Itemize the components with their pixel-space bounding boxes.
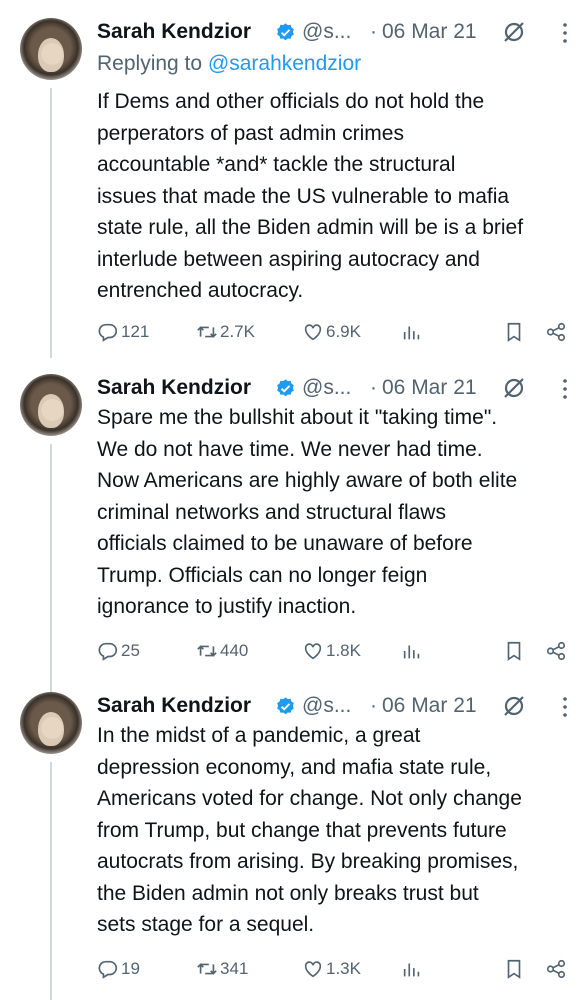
like-button[interactable]: 6.9K: [302, 318, 361, 346]
more-icon[interactable]: [562, 22, 568, 44]
reply-button[interactable]: 19: [97, 955, 140, 983]
author-handle[interactable]: @s...: [302, 376, 351, 400]
reply-count: 25: [121, 641, 140, 660]
reply-count: 121: [121, 322, 150, 341]
retweet-count: 341: [220, 959, 249, 978]
like-icon: [304, 643, 322, 660]
bookmark-icon[interactable]: [503, 958, 525, 980]
retweet-button[interactable]: 440: [196, 637, 248, 665]
avatar[interactable]: [20, 374, 82, 436]
avatar[interactable]: [20, 692, 82, 754]
like-count: 1.3K: [326, 959, 361, 978]
verified-badge-icon: [277, 23, 294, 41]
retweet-icon: [197, 326, 217, 338]
author-name[interactable]: Sarah Kendzior: [97, 694, 251, 718]
like-button[interactable]: 1.8K: [302, 637, 361, 665]
tweet-text: Spare me the bullshit about it "taking t…: [97, 406, 518, 618]
bookmark-icon[interactable]: [503, 640, 525, 662]
grok-icon[interactable]: [502, 694, 526, 718]
thread-line: [50, 444, 52, 714]
like-button[interactable]: 1.3K: [302, 955, 361, 983]
retweet-icon: [197, 963, 217, 975]
grok-icon[interactable]: [502, 20, 526, 44]
grok-icon[interactable]: [502, 376, 526, 400]
replying-to: Replying to @sarahkendzior: [97, 52, 361, 76]
retweet-count: 440: [220, 641, 249, 660]
retweet-icon: [197, 645, 217, 657]
author-name[interactable]: Sarah Kendzior: [97, 20, 251, 44]
share-icon[interactable]: [545, 640, 567, 662]
share-icon[interactable]: [545, 321, 567, 343]
reply-icon: [98, 960, 118, 979]
author-handle[interactable]: @s...: [302, 694, 351, 718]
views-icon[interactable]: [401, 321, 423, 343]
reply-icon: [98, 642, 118, 661]
views-icon[interactable]: [401, 640, 423, 662]
bookmark-icon[interactable]: [503, 321, 525, 343]
like-count: 6.9K: [326, 322, 361, 341]
action-bar: 19 341 1.3K: [0, 955, 588, 983]
replying-to-label: Replying to: [97, 52, 208, 75]
verified-badge-icon: [277, 697, 294, 715]
more-icon[interactable]: [562, 378, 568, 400]
retweet-count: 2.7K: [220, 322, 255, 341]
author-name[interactable]: Sarah Kendzior: [97, 376, 251, 400]
tweet-date[interactable]: 06 Mar 21: [382, 694, 477, 718]
reply-count: 19: [121, 959, 140, 978]
retweet-button[interactable]: 2.7K: [196, 318, 255, 346]
tweet-header: Sarah Kendzior @s... · 06 Mar 21: [97, 18, 588, 52]
separator-dot: ·: [370, 694, 377, 717]
like-icon: [304, 961, 322, 978]
more-icon[interactable]: [562, 696, 568, 718]
action-bar: 121 2.7K 6.9K: [0, 318, 588, 346]
like-icon: [304, 324, 322, 341]
reply-button[interactable]: 121: [97, 318, 149, 346]
views-icon[interactable]: [401, 958, 423, 980]
reply-button[interactable]: 25: [97, 637, 140, 665]
verified-badge-icon: [277, 379, 294, 397]
action-bar: 25 440 1.8K: [0, 637, 588, 665]
separator-dot: ·: [370, 20, 377, 43]
author-handle[interactable]: @s...: [302, 20, 351, 44]
share-icon[interactable]: [545, 958, 567, 980]
retweet-button[interactable]: 341: [196, 955, 248, 983]
tweet-date[interactable]: 06 Mar 21: [382, 376, 477, 400]
reply-icon: [98, 323, 118, 342]
like-count: 1.8K: [326, 641, 361, 660]
tweet-date[interactable]: 06 Mar 21: [382, 20, 477, 44]
tweet-text: If Dems and other officials do not hold …: [97, 90, 524, 302]
replying-to-handle[interactable]: @sarahkendzior: [208, 52, 361, 75]
avatar[interactable]: [20, 18, 82, 80]
separator-dot: ·: [370, 376, 377, 399]
tweet-text: In the midst of a pandemic, a great depr…: [97, 724, 522, 936]
